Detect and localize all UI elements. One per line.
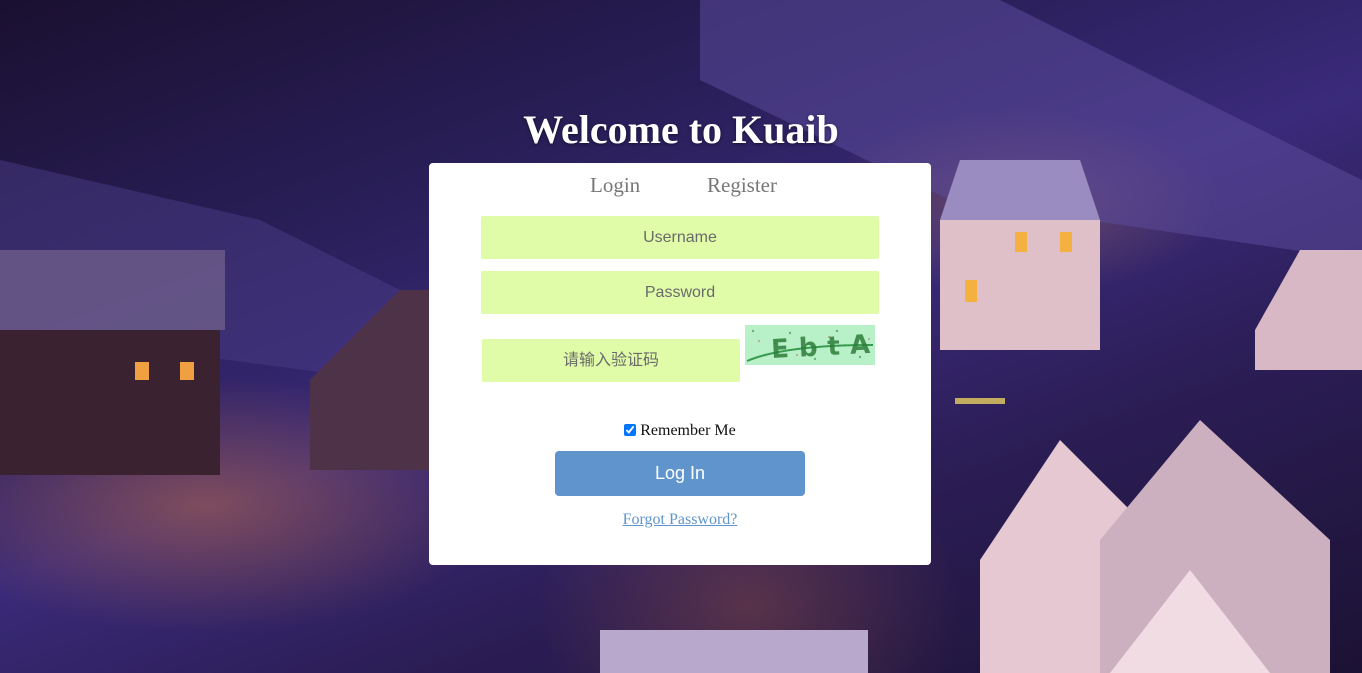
captcha-text: EbtA: [770, 329, 875, 365]
remember-label: Remember Me: [640, 422, 736, 439]
auth-tabs: Login Register: [429, 173, 931, 203]
login-button[interactable]: Log In: [555, 451, 805, 496]
remember-me: Remember Me: [429, 422, 931, 440]
captcha-image[interactable]: EbtA: [745, 325, 875, 365]
page-title: Welcome to Kuaib: [523, 107, 839, 152]
captcha-input[interactable]: [482, 339, 740, 382]
login-card: Login Register EbtA Remember Me Log In F…: [429, 163, 931, 565]
forgot-password: Forgot Password?: [429, 511, 931, 529]
tab-login[interactable]: Login: [590, 173, 640, 198]
tab-register[interactable]: Register: [707, 173, 777, 198]
remember-checkbox[interactable]: [624, 424, 637, 436]
username-input[interactable]: [481, 216, 879, 259]
password-input[interactable]: [481, 271, 879, 314]
forgot-password-link[interactable]: Forgot Password?: [623, 511, 738, 528]
